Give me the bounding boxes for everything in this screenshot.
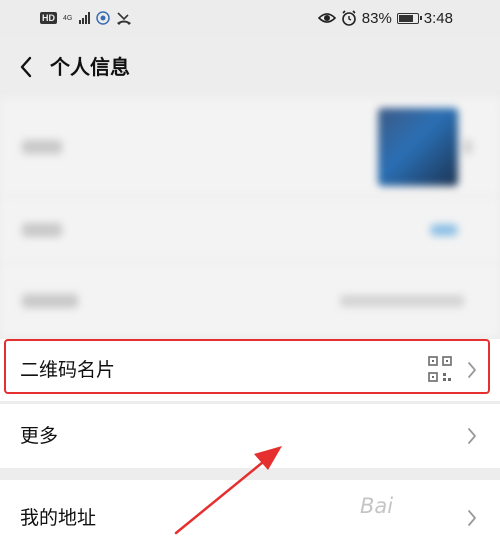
watermark: Bai	[360, 494, 394, 518]
eye-icon	[317, 13, 336, 23]
app-icon	[96, 11, 110, 25]
hd-icon: HD	[40, 12, 57, 24]
obscured-label	[22, 294, 78, 308]
status-bar: HD 4G 83% 3:48	[0, 0, 500, 38]
more-label: 更多	[20, 425, 59, 447]
network-type-label: 4G	[63, 14, 73, 22]
page-header: 个人信息	[0, 38, 500, 98]
highlight-box	[4, 339, 490, 394]
battery-icon	[396, 12, 422, 24]
obscured-chevron	[464, 140, 472, 154]
missed-call-icon	[117, 12, 131, 25]
more-row[interactable]: 更多	[0, 404, 500, 468]
obscured-value	[430, 224, 458, 236]
alarm-icon	[341, 10, 356, 26]
address-row[interactable]: 我的地址	[0, 480, 500, 556]
back-button[interactable]	[14, 54, 38, 80]
obscured-rows	[0, 98, 500, 339]
chevron-right-icon	[468, 428, 476, 444]
obscured-avatar-row[interactable]	[0, 98, 500, 197]
page-title: 个人信息	[50, 55, 130, 79]
obscured-label	[22, 223, 62, 237]
back-icon	[20, 56, 32, 78]
battery-percent: 83%	[361, 9, 392, 27]
obscured-label	[22, 140, 62, 154]
avatar	[378, 108, 458, 186]
obscured-id-row[interactable]	[0, 264, 500, 339]
address-label: 我的地址	[20, 507, 97, 529]
chevron-right-icon	[468, 510, 476, 526]
status-time: 3:48	[423, 9, 453, 27]
obscured-name-row[interactable]	[0, 197, 500, 264]
status-left: HD 4G	[40, 10, 132, 26]
signal-icon	[79, 12, 90, 24]
obscured-value	[340, 295, 464, 307]
status-right: 83% 3:48	[317, 9, 453, 27]
